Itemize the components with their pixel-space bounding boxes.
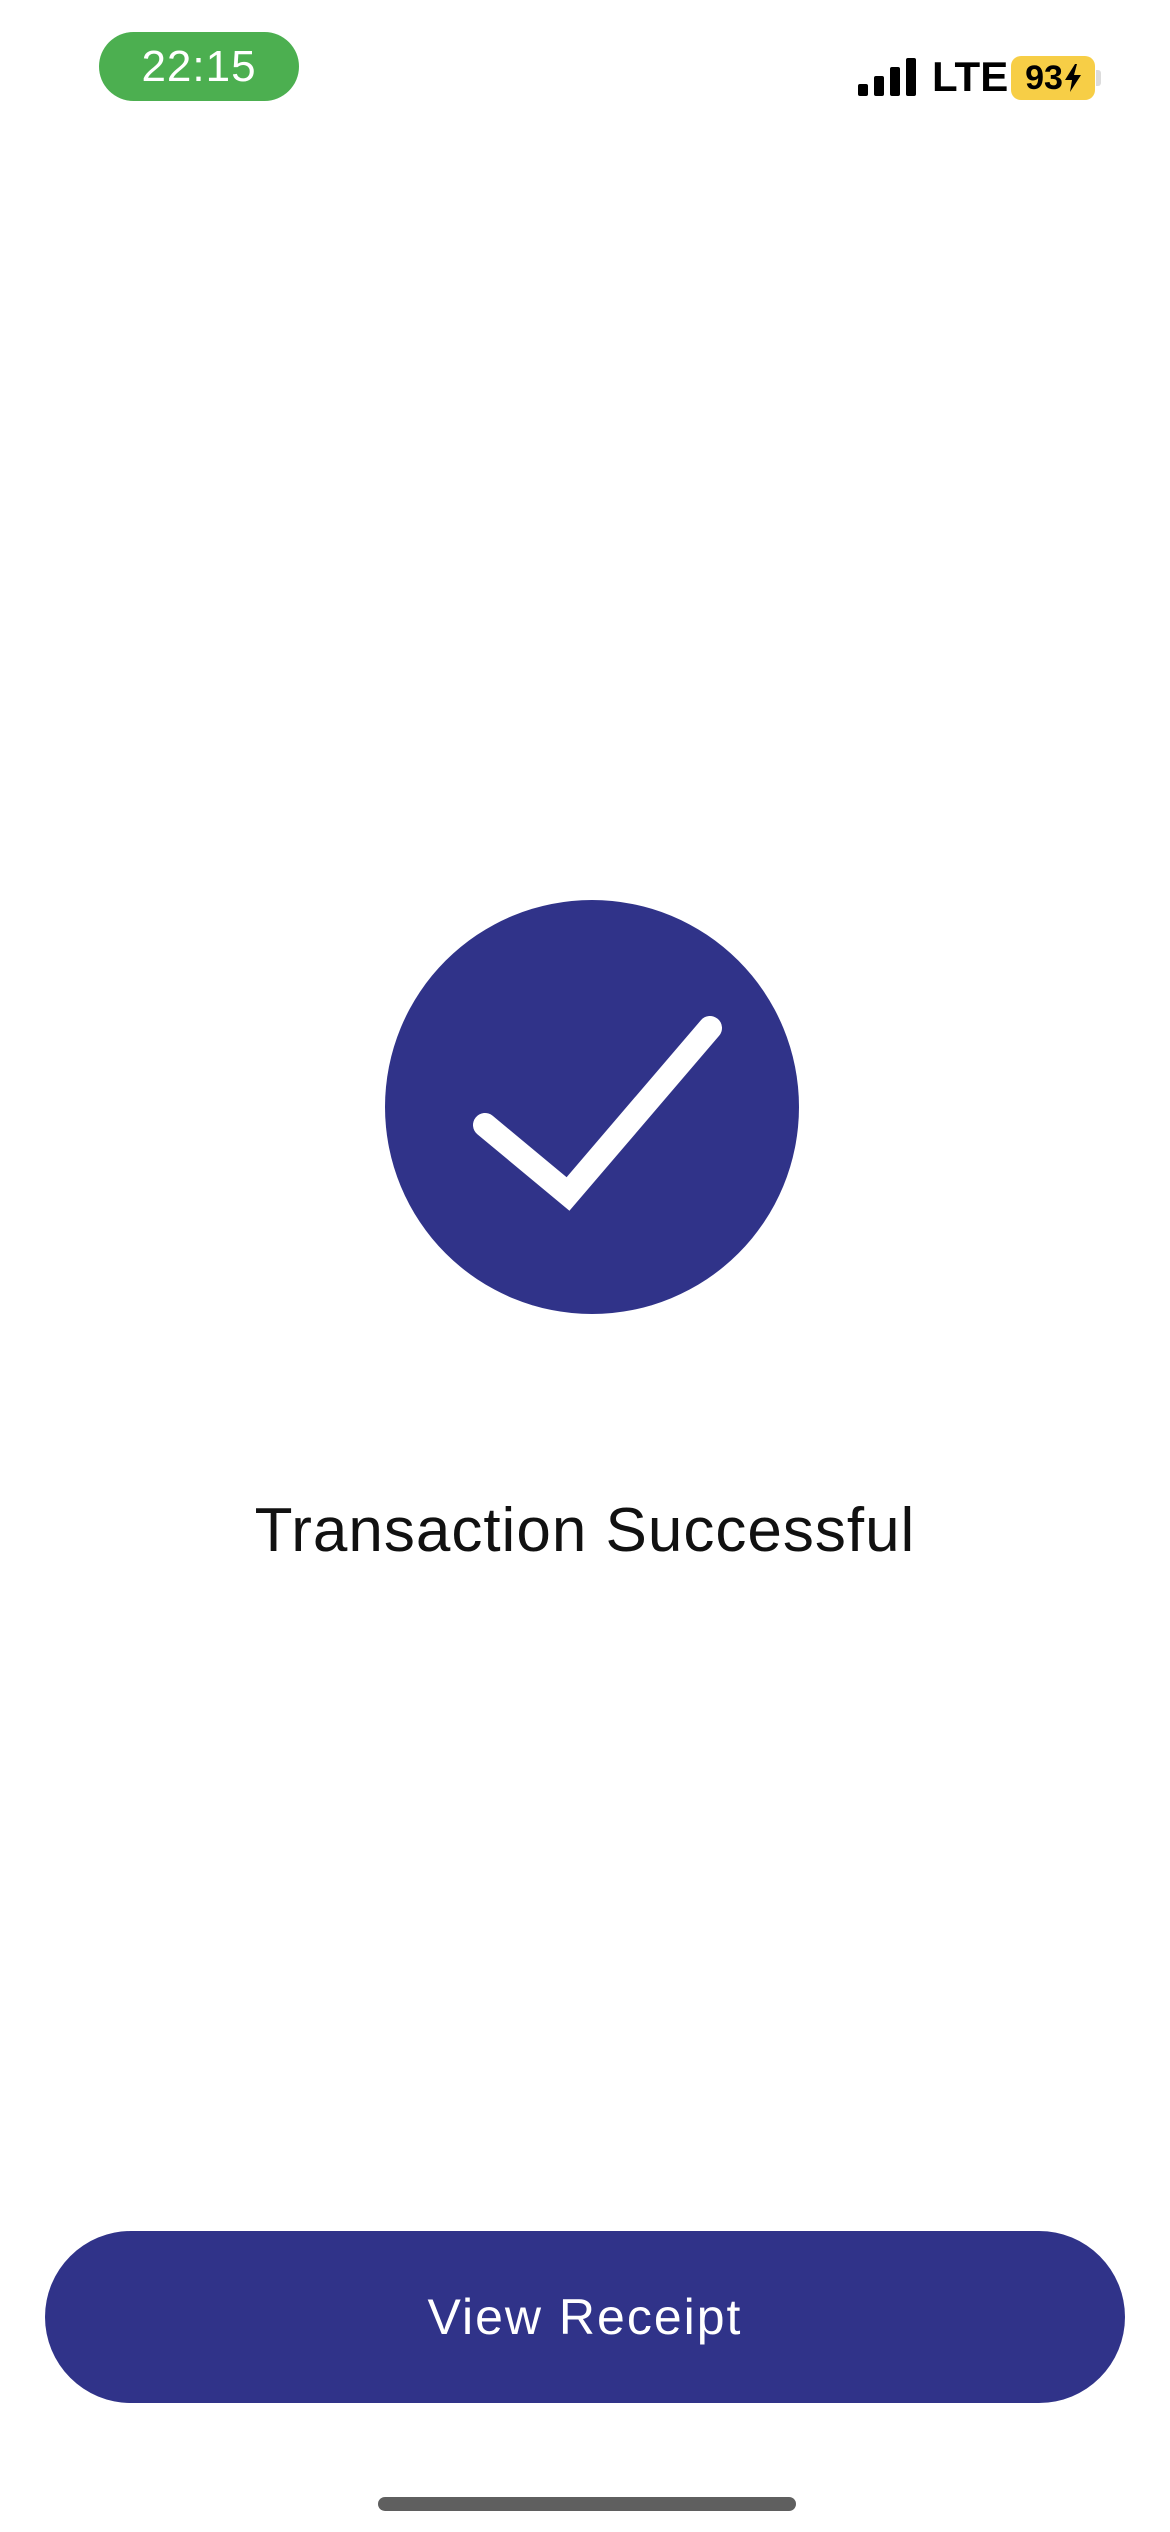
status-time: 22:15	[99, 32, 299, 101]
bolt-icon	[1064, 64, 1081, 92]
battery-tip	[1096, 70, 1101, 86]
view-receipt-button[interactable]: View Receipt	[45, 2231, 1125, 2403]
network-type-label: LTE	[932, 53, 1009, 100]
cellular-signal-icon	[858, 58, 916, 96]
checkmark-icon	[473, 1016, 722, 1211]
battery-indicator: 93	[1011, 56, 1095, 100]
success-badge	[385, 900, 799, 1314]
home-indicator[interactable]	[378, 2497, 796, 2511]
status-bar: 22:15 LTE 93	[0, 0, 1170, 150]
success-title: Transaction Successful	[254, 1496, 916, 1565]
battery-level: 93	[1025, 58, 1063, 97]
